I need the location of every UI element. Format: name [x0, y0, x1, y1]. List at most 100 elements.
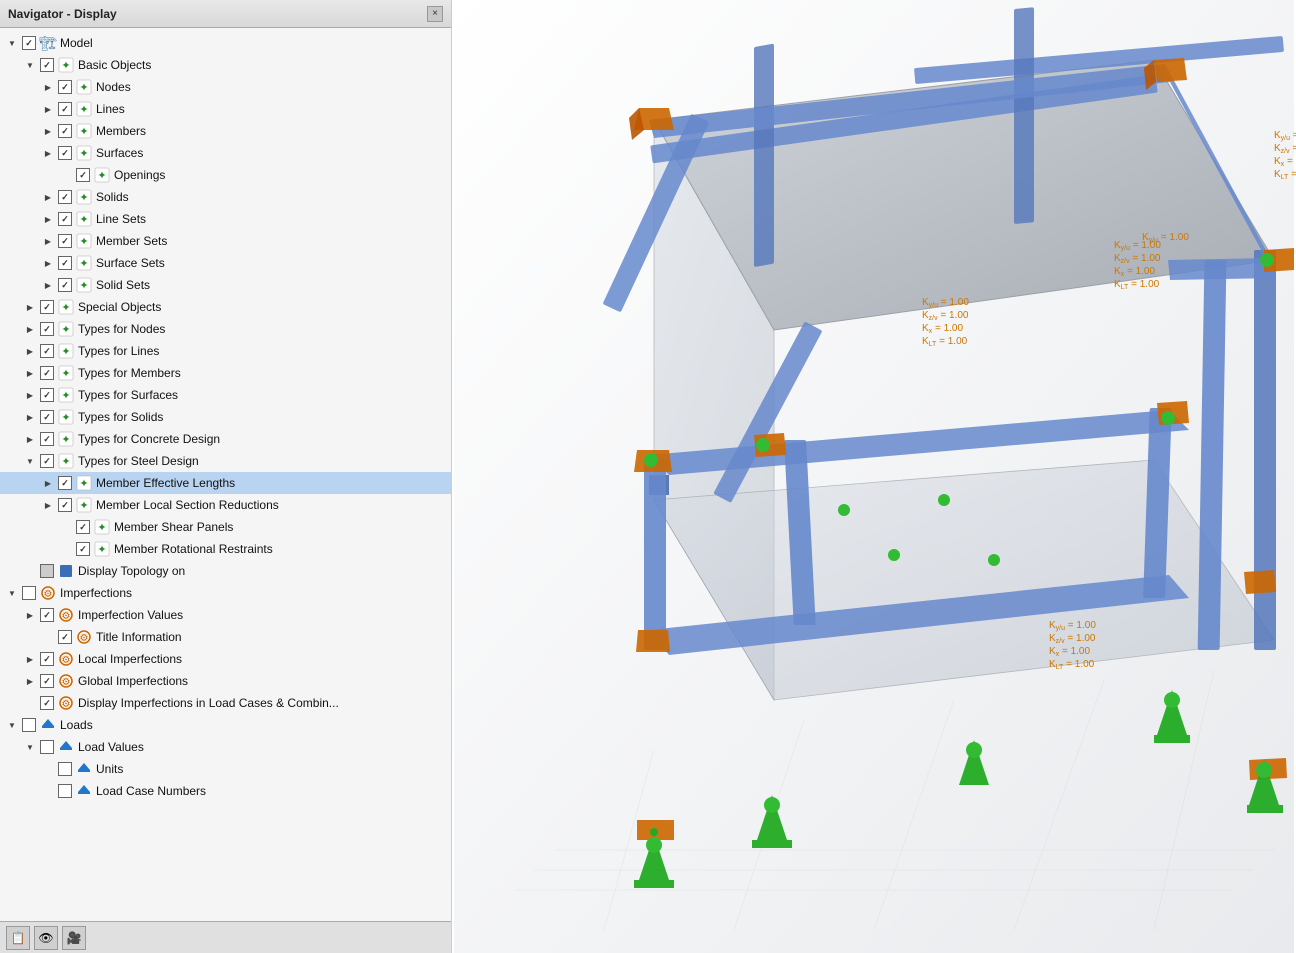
- tree-item-surface-sets[interactable]: ✦ Surface Sets: [0, 252, 451, 274]
- tree-item-special-objects[interactable]: ✦ Special Objects: [0, 296, 451, 318]
- checkbox-members[interactable]: [58, 124, 72, 138]
- tree-item-imperfections-group[interactable]: ⚙ Imperfections: [0, 582, 451, 604]
- checkbox-member-rotational[interactable]: [76, 542, 90, 556]
- expand-arrow-member-effective-lengths[interactable]: [40, 475, 56, 491]
- expand-arrow-members[interactable]: [40, 123, 56, 139]
- checkbox-imperfections-group[interactable]: [22, 586, 36, 600]
- checkbox-imperfection-values[interactable]: [40, 608, 54, 622]
- checkbox-member-effective-lengths[interactable]: [58, 476, 72, 490]
- expand-arrow-types-for-steel[interactable]: [22, 453, 38, 469]
- tree-item-members[interactable]: ✦ Members: [0, 120, 451, 142]
- tree-item-units[interactable]: Units: [0, 758, 451, 780]
- clipboard-button[interactable]: 📋: [6, 926, 30, 950]
- eye-button[interactable]: 👁: [34, 926, 58, 950]
- expand-arrow-member-local-section[interactable]: [40, 497, 56, 513]
- checkbox-member-local-section[interactable]: [58, 498, 72, 512]
- checkbox-solids[interactable]: [58, 190, 72, 204]
- checkbox-types-for-surfaces[interactable]: [40, 388, 54, 402]
- tree-item-member-shear-panels[interactable]: ✦ Member Shear Panels: [0, 516, 451, 538]
- checkbox-types-for-lines[interactable]: [40, 344, 54, 358]
- tree-item-surfaces[interactable]: ✦ Surfaces: [0, 142, 451, 164]
- expand-arrow-imperfection-values[interactable]: [22, 607, 38, 623]
- expand-arrow-line-sets[interactable]: [40, 211, 56, 227]
- tree-item-global-imperfections[interactable]: ⚙ Global Imperfections: [0, 670, 451, 692]
- tree-item-solids[interactable]: ✦ Solids: [0, 186, 451, 208]
- expand-arrow-member-shear-panels[interactable]: [58, 519, 74, 535]
- checkbox-member-shear-panels[interactable]: [76, 520, 90, 534]
- tree-item-member-local-section[interactable]: ✦ Member Local Section Reductions: [0, 494, 451, 516]
- tree-item-types-for-surfaces[interactable]: ✦ Types for Surfaces: [0, 384, 451, 406]
- expand-arrow-types-for-surfaces[interactable]: [22, 387, 38, 403]
- expand-arrow-lines[interactable]: [40, 101, 56, 117]
- expand-arrow-types-for-solids[interactable]: [22, 409, 38, 425]
- checkbox-load-values[interactable]: [40, 740, 54, 754]
- checkbox-surfaces[interactable]: [58, 146, 72, 160]
- checkbox-loads-group[interactable]: [22, 718, 36, 732]
- tree-item-types-for-steel[interactable]: ✦ Types for Steel Design: [0, 450, 451, 472]
- checkbox-load-case-numbers[interactable]: [58, 784, 72, 798]
- expand-arrow-nodes[interactable]: [40, 79, 56, 95]
- camera-button[interactable]: 🎥: [62, 926, 86, 950]
- expand-arrow-global-imperfections[interactable]: [22, 673, 38, 689]
- tree-item-member-rotational[interactable]: ✦ Member Rotational Restraints: [0, 538, 451, 560]
- tree-item-line-sets[interactable]: ✦ Line Sets: [0, 208, 451, 230]
- checkbox-units[interactable]: [58, 762, 72, 776]
- checkbox-display-topology[interactable]: [40, 564, 54, 578]
- tree-item-local-imperfections[interactable]: ⚙ Local Imperfections: [0, 648, 451, 670]
- expand-arrow-title-information[interactable]: [40, 629, 56, 645]
- expand-arrow-loads-group[interactable]: [4, 717, 20, 733]
- tree-item-solid-sets[interactable]: ✦ Solid Sets: [0, 274, 451, 296]
- tree-item-title-information[interactable]: ⚙ Title Information: [0, 626, 451, 648]
- checkbox-solid-sets[interactable]: [58, 278, 72, 292]
- tree-item-model[interactable]: 🏗 Model: [0, 32, 451, 54]
- checkbox-model[interactable]: [22, 36, 36, 50]
- expand-arrow-model[interactable]: [4, 35, 20, 51]
- checkbox-surface-sets[interactable]: [58, 256, 72, 270]
- tree-item-basic-objects[interactable]: ✦ Basic Objects: [0, 54, 451, 76]
- tree-item-types-for-concrete[interactable]: ✦ Types for Concrete Design: [0, 428, 451, 450]
- checkbox-title-information[interactable]: [58, 630, 72, 644]
- checkbox-types-for-solids[interactable]: [40, 410, 54, 424]
- checkbox-member-sets[interactable]: [58, 234, 72, 248]
- expand-arrow-imperfections-group[interactable]: [4, 585, 20, 601]
- checkbox-lines[interactable]: [58, 102, 72, 116]
- checkbox-special-objects[interactable]: [40, 300, 54, 314]
- expand-arrow-solid-sets[interactable]: [40, 277, 56, 293]
- close-button[interactable]: ×: [427, 6, 443, 22]
- expand-arrow-basic-objects[interactable]: [22, 57, 38, 73]
- tree-item-types-for-lines[interactable]: ✦ Types for Lines: [0, 340, 451, 362]
- expand-arrow-units[interactable]: [40, 761, 56, 777]
- expand-arrow-surfaces[interactable]: [40, 145, 56, 161]
- checkbox-types-for-nodes[interactable]: [40, 322, 54, 336]
- tree-item-types-for-nodes[interactable]: ✦ Types for Nodes: [0, 318, 451, 340]
- checkbox-openings[interactable]: [76, 168, 90, 182]
- tree-item-load-values[interactable]: Load Values: [0, 736, 451, 758]
- expand-arrow-solids[interactable]: [40, 189, 56, 205]
- expand-arrow-load-values[interactable]: [22, 739, 38, 755]
- checkbox-types-for-steel[interactable]: [40, 454, 54, 468]
- checkbox-types-for-concrete[interactable]: [40, 432, 54, 446]
- tree-item-display-topology[interactable]: Display Topology on: [0, 560, 451, 582]
- expand-arrow-local-imperfections[interactable]: [22, 651, 38, 667]
- checkbox-types-for-members[interactable]: [40, 366, 54, 380]
- checkbox-line-sets[interactable]: [58, 212, 72, 226]
- expand-arrow-types-for-concrete[interactable]: [22, 431, 38, 447]
- expand-arrow-types-for-lines[interactable]: [22, 343, 38, 359]
- tree-item-types-for-solids[interactable]: ✦ Types for Solids: [0, 406, 451, 428]
- tree-item-loads-group[interactable]: Loads: [0, 714, 451, 736]
- expand-arrow-openings[interactable]: [58, 167, 74, 183]
- checkbox-display-imperfections[interactable]: [40, 696, 54, 710]
- expand-arrow-types-for-nodes[interactable]: [22, 321, 38, 337]
- expand-arrow-member-sets[interactable]: [40, 233, 56, 249]
- checkbox-basic-objects[interactable]: [40, 58, 54, 72]
- tree-item-nodes[interactable]: ✦ Nodes: [0, 76, 451, 98]
- checkbox-nodes[interactable]: [58, 80, 72, 94]
- checkbox-global-imperfections[interactable]: [40, 674, 54, 688]
- expand-arrow-types-for-members[interactable]: [22, 365, 38, 381]
- expand-arrow-surface-sets[interactable]: [40, 255, 56, 271]
- checkbox-local-imperfections[interactable]: [40, 652, 54, 666]
- tree-item-display-imperfections[interactable]: ⚙ Display Imperfections in Load Cases & …: [0, 692, 451, 714]
- tree-item-imperfection-values[interactable]: ⚙ Imperfection Values: [0, 604, 451, 626]
- tree-item-member-effective-lengths[interactable]: ✦ Member Effective Lengths: [0, 472, 451, 494]
- tree-item-openings[interactable]: ✦ Openings: [0, 164, 451, 186]
